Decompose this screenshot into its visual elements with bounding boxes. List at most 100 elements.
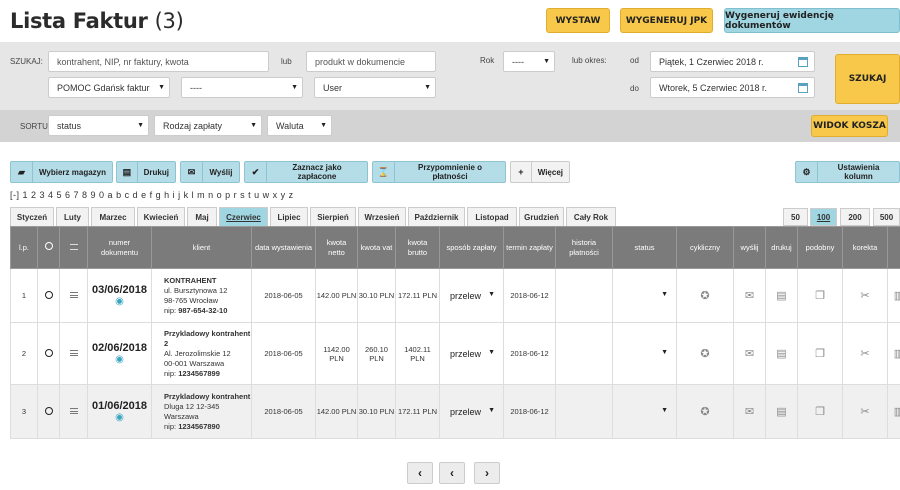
table-row[interactable]: 3 01/06/2018 ◉ Przykladowy kontrahent Dluga …: [10, 384, 900, 439]
row-menu[interactable]: [59, 384, 88, 439]
print-button[interactable]: ▤ Drukuj: [116, 161, 176, 183]
recurring-icon[interactable]: ✪: [700, 348, 709, 360]
copy-icon[interactable]: ❐: [815, 290, 825, 302]
search-button[interactable]: SZUKAJ: [835, 54, 900, 104]
alphabet-filter[interactable]: [-] 1 2 3 4 5 6 7 8 9 0 a b c d e f g h …: [10, 190, 294, 200]
date-to-input[interactable]: Wtorek, 5 Czerwiec 2018 r.: [650, 77, 815, 98]
payment-method-select[interactable]: przelew ▼: [439, 384, 504, 439]
payment-method-select[interactable]: przelew ▼: [439, 268, 504, 323]
wystaw-button[interactable]: WYSTAW: [546, 8, 610, 33]
page-size-button[interactable]: 200: [840, 208, 870, 226]
row-select[interactable]: [37, 384, 60, 439]
envelope-icon[interactable]: ✉: [745, 290, 754, 302]
radio-icon[interactable]: [44, 348, 53, 357]
envelope-icon[interactable]: ✉: [745, 348, 754, 360]
select-all-radio-icon[interactable]: [44, 242, 53, 250]
doc-number[interactable]: 01/06/2018: [88, 400, 151, 412]
recurring-icon[interactable]: ✪: [700, 406, 709, 418]
printer-icon[interactable]: ▤: [776, 348, 786, 360]
column-header[interactable]: kwota vat: [357, 226, 396, 269]
recurring-cell[interactable]: ✪: [676, 268, 734, 323]
column-header[interactable]: termin zapłaty: [503, 226, 556, 269]
next-page-button[interactable]: ›: [474, 462, 500, 484]
generate-jpk-button[interactable]: WYGENERUJ JPK: [620, 8, 713, 33]
page-size-button[interactable]: 50: [783, 208, 808, 226]
prev-page-button[interactable]: ‹: [439, 462, 465, 484]
recurring-cell[interactable]: ✪: [676, 384, 734, 439]
more-button[interactable]: + Więcej: [510, 161, 570, 183]
correction-cell[interactable]: ✂: [842, 268, 888, 323]
mark-paid-button[interactable]: ✔ Zaznacz jako zapłacone: [244, 161, 368, 183]
recurring-icon[interactable]: ✪: [700, 290, 709, 302]
page-size-button[interactable]: 100: [810, 208, 837, 226]
column-header[interactable]: klient: [151, 226, 252, 269]
month-tab[interactable]: Marzec: [91, 207, 135, 226]
send-cell[interactable]: ✉: [733, 268, 766, 323]
delete-cell[interactable]: ▥: [887, 322, 900, 385]
delete-cell[interactable]: ▥: [887, 384, 900, 439]
month-tab[interactable]: Kwiecień: [137, 207, 185, 226]
doc-number[interactable]: 03/06/2018: [88, 284, 151, 296]
doc-number-cell[interactable]: 03/06/2018 ◉: [87, 268, 152, 323]
payment-reminder-button[interactable]: ⌛ Przypomnienie o płatności: [372, 161, 506, 183]
calendar-icon[interactable]: [798, 83, 808, 93]
month-tab[interactable]: Maj: [187, 207, 217, 226]
month-tab[interactable]: Sierpień: [310, 207, 356, 226]
sort-currency-select[interactable]: Waluta ▼: [267, 115, 332, 136]
send-cell[interactable]: ✉: [733, 384, 766, 439]
doc-number[interactable]: 02/06/2018: [88, 342, 151, 354]
send-cell[interactable]: ✉: [733, 322, 766, 385]
column-header[interactable]: status: [612, 226, 677, 269]
similar-cell[interactable]: ❐: [797, 322, 843, 385]
table-row[interactable]: 2 02/06/2018 ◉ Przykladowy kontrahent 2 Al. …: [10, 322, 900, 385]
sort-status-select[interactable]: status ▼: [48, 115, 149, 136]
trash-icon[interactable]: ▥: [894, 348, 900, 360]
eye-icon[interactable]: ◉: [88, 412, 151, 423]
menu-icon[interactable]: [69, 350, 78, 356]
printer-icon[interactable]: ▤: [776, 290, 786, 302]
doc-number-cell[interactable]: 02/06/2018 ◉: [87, 322, 152, 385]
menu-icon[interactable]: [69, 292, 78, 298]
status-select[interactable]: ▼: [612, 268, 677, 323]
delete-cell[interactable]: ▥: [887, 268, 900, 323]
first-page-button[interactable]: ‹: [407, 462, 433, 484]
month-tab[interactable]: Luty: [56, 207, 89, 226]
eye-icon[interactable]: ◉: [88, 296, 151, 307]
row-select[interactable]: [37, 268, 60, 323]
status-select[interactable]: ▼: [612, 322, 677, 385]
radio-icon[interactable]: [44, 406, 53, 415]
month-tab[interactable]: Lipiec: [270, 207, 308, 226]
tools-icon[interactable]: ✂: [860, 406, 869, 418]
company-select[interactable]: POMOC Gdańsk faktur ▼: [48, 77, 170, 98]
eye-icon[interactable]: ◉: [88, 354, 151, 365]
doc-number-cell[interactable]: 01/06/2018 ◉: [87, 384, 152, 439]
column-header[interactable]: numer dokumentu: [87, 226, 152, 269]
search-input[interactable]: kontrahent, NIP, nr faktury, kwota: [48, 51, 269, 72]
correction-cell[interactable]: ✂: [842, 322, 888, 385]
filter-select[interactable]: ---- ▼: [181, 77, 303, 98]
month-tab[interactable]: Styczeń: [10, 207, 54, 226]
envelope-icon[interactable]: ✉: [745, 406, 754, 418]
send-button[interactable]: ✉ Wyślij: [180, 161, 240, 183]
radio-icon[interactable]: [44, 290, 53, 299]
table-row[interactable]: 1 03/06/2018 ◉ KONTRAHENT ul. Bursztynowa 12…: [10, 268, 900, 323]
product-search-input[interactable]: produkt w dokumencie: [306, 51, 436, 72]
column-header[interactable]: kwota netto: [315, 226, 358, 269]
trash-icon[interactable]: ▥: [894, 290, 900, 302]
date-from-input[interactable]: Piątek, 1 Czerwiec 2018 r.: [650, 51, 815, 72]
print-cell[interactable]: ▤: [765, 322, 798, 385]
user-select[interactable]: User ▼: [314, 77, 436, 98]
status-select[interactable]: ▼: [612, 384, 677, 439]
print-cell[interactable]: ▤: [765, 384, 798, 439]
copy-icon[interactable]: ❐: [815, 406, 825, 418]
print-cell[interactable]: ▤: [765, 268, 798, 323]
calendar-icon[interactable]: [798, 57, 808, 67]
month-tab[interactable]: Cały Rok: [566, 207, 616, 226]
year-select[interactable]: ---- ▼: [503, 51, 555, 72]
generate-register-button[interactable]: Wygeneruj ewidencję dokumentów: [724, 8, 900, 33]
similar-cell[interactable]: ❐: [797, 384, 843, 439]
page-size-button[interactable]: 500: [873, 208, 900, 226]
month-tab[interactable]: Listopad: [467, 207, 517, 226]
trash-icon[interactable]: ▥: [894, 406, 900, 418]
month-tab[interactable]: Czerwiec: [219, 207, 268, 226]
